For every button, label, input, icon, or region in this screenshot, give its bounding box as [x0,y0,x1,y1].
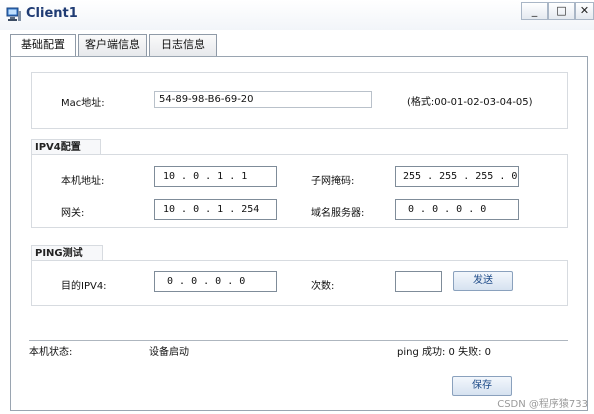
ping-dest-input[interactable]: 0 . 0 . 0 . 0 [154,271,277,292]
send-button[interactable]: 发送 [453,271,513,291]
tab-client-info[interactable]: 客户端信息 [78,34,147,56]
device-status-label: 本机状态: [29,347,73,358]
tab-log-info[interactable]: 日志信息 [149,34,217,56]
tab-basic-config[interactable]: 基础配置 [10,34,76,57]
tab-strip: 基础配置 客户端信息 日志信息 [0,34,594,57]
ping-count-label: 次数: [311,281,335,292]
gateway-label: 网关: [61,208,85,219]
mac-address-input[interactable]: 54-89-98-B6-69-20 [154,91,372,108]
csdn-watermark: CSDN @程序猿733 [497,399,588,410]
mac-format-hint: (格式:00-01-02-03-04-05) [407,97,533,108]
close-button[interactable]: ✕ [575,2,594,20]
dns-server-label: 域名服务器: [311,208,365,219]
window-title: Client1 [26,6,78,21]
ping-count-input[interactable] [395,271,442,292]
mac-group: Mac地址: 54-89-98-B6-69-20 (格式:00-01-02-03… [31,72,568,129]
client-app-icon [6,7,21,21]
subnet-mask-input[interactable]: 255 . 255 . 255 . 0 [395,166,519,187]
ipv4-group: 本机地址: 10 . 0 . 1 . 1 子网掩码: 255 . 255 . 2… [31,154,568,228]
gateway-input[interactable]: 10 . 0 . 1 . 254 [154,199,277,220]
subnet-mask-label: 子网掩码: [311,176,355,187]
save-button[interactable]: 保存 [452,376,512,396]
mac-label: Mac地址: [61,98,105,109]
local-ip-input[interactable]: 10 . 0 . 1 . 1 [154,166,277,187]
ping-group: 目的IPV4: 0 . 0 . 0 . 0 次数: 发送 [31,260,568,306]
ipv4-group-title: IPV4配置 [31,139,101,155]
title-bar: Client1 _ □ ✕ [0,0,594,30]
tab-content-panel: Mac地址: 54-89-98-B6-69-20 (格式:00-01-02-03… [10,56,588,411]
local-ip-label: 本机地址: [61,176,105,187]
maximize-button[interactable]: □ [548,2,575,20]
ping-dest-label: 目的IPV4: [61,281,107,292]
status-separator [29,340,568,341]
minimize-button[interactable]: _ [521,2,548,20]
ping-group-title: PING测试 [31,245,103,261]
device-status-value: 设备启动 [149,347,189,358]
dns-server-input[interactable]: 0 . 0 . 0 . 0 [395,199,519,220]
ping-result-text: ping 成功: 0 失败: 0 [397,347,491,358]
